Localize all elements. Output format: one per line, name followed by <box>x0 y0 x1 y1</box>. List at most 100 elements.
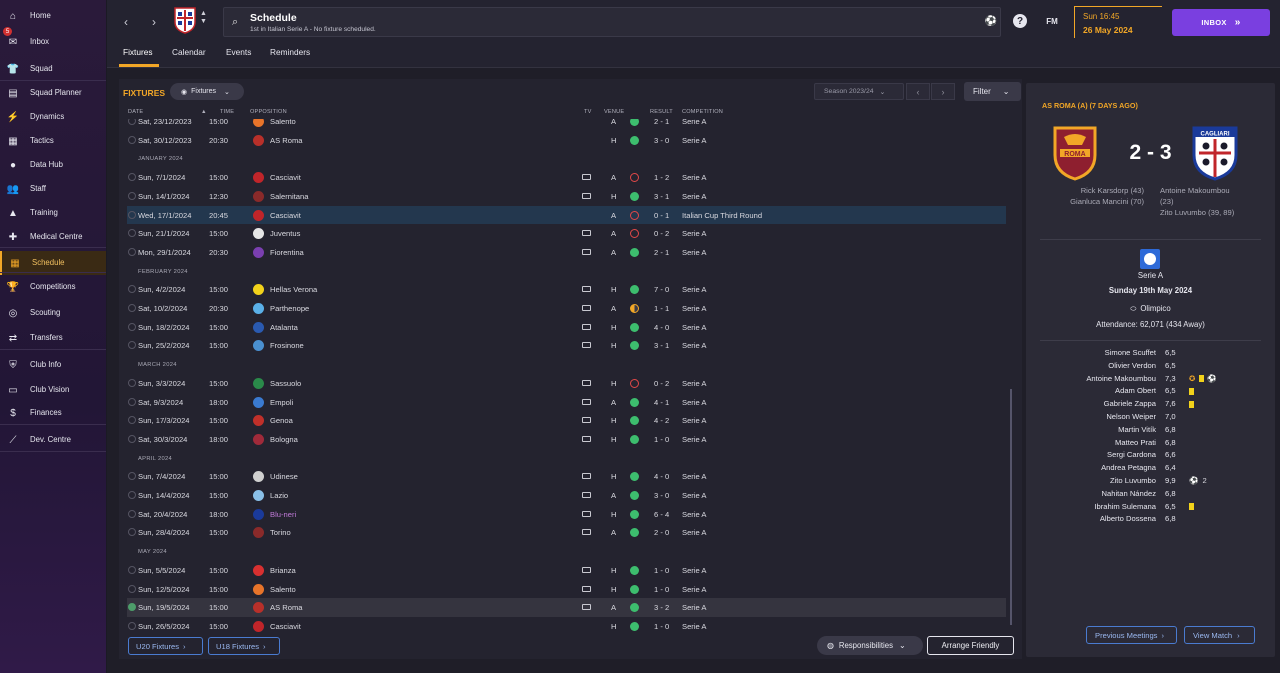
fixture-score[interactable]: 3 - 0 <box>654 491 669 500</box>
fixture-score[interactable]: 3 - 1 <box>654 341 669 350</box>
fixture-score[interactable]: 4 - 2 <box>654 416 669 425</box>
fixture-row[interactable]: Wed, 17/1/2024 20:45 Casciavit A 0 - 1 Italia… <box>127 205 1006 225</box>
fixture-status-icon[interactable] <box>128 528 136 537</box>
sidebar-item-data-hub[interactable]: ● Data Hub <box>0 153 106 177</box>
fixture-competition[interactable]: Serie A <box>682 248 706 257</box>
sidebar-item-staff[interactable]: 👥 Staff <box>0 177 106 201</box>
fixture-opposition[interactable]: Blu-neri <box>270 510 296 519</box>
fixture-row[interactable]: Sun, 28/4/2024 15:00 Torino A 2 - 0 Serie A <box>127 523 1006 542</box>
team-crest-icon[interactable] <box>253 602 264 614</box>
u18-fixtures-button[interactable]: U18 Fixtures › <box>208 637 280 655</box>
club-crest-icon[interactable] <box>173 6 197 34</box>
club-switch-icon[interactable]: ▲ ▼ <box>200 10 207 26</box>
fixture-opposition[interactable]: Parthenope <box>270 304 309 313</box>
fixture-status-icon[interactable] <box>128 378 136 387</box>
team-crest-icon[interactable] <box>253 190 264 202</box>
fixture-row[interactable]: Sun, 12/5/2024 15:00 Salento H 1 - 0 Serie A <box>127 580 1006 599</box>
fixture-score[interactable]: 0 - 1 <box>654 211 669 220</box>
fixture-opposition[interactable]: Empoli <box>270 398 293 407</box>
u20-fixtures-button[interactable]: U20 Fixtures › <box>128 637 203 655</box>
player-name[interactable]: Sergi Cardona <box>1046 450 1156 459</box>
player-name[interactable]: Alberto Dossena <box>1046 514 1156 523</box>
fixture-competition[interactable]: Serie A <box>682 603 706 612</box>
team-crest-icon[interactable] <box>253 209 264 221</box>
fixture-competition[interactable]: Serie A <box>682 622 706 631</box>
fixture-competition[interactable]: Serie A <box>682 379 706 388</box>
help-icon[interactable]: ? <box>1013 14 1027 28</box>
fixture-opposition[interactable]: Salento <box>270 585 296 594</box>
fixture-opposition[interactable]: Salernitana <box>270 192 308 201</box>
sidebar-item-inbox[interactable]: ✉ 5 Inbox <box>0 27 106 54</box>
inbox-continue-button[interactable]: INBOX » <box>1172 9 1270 36</box>
fixture-status-icon[interactable] <box>128 397 136 406</box>
fixture-row[interactable]: Sat, 20/4/2024 18:00 Blu-neri H 6 - 4 Serie A <box>127 505 1006 524</box>
fixture-opposition[interactable]: Udinese <box>270 472 298 481</box>
fixture-competition[interactable]: Serie A <box>682 472 706 481</box>
fixture-status-icon[interactable] <box>128 119 136 125</box>
sidebar-item-scouting[interactable]: ◎ Scouting <box>0 301 106 325</box>
forward-button[interactable]: › <box>145 12 163 32</box>
player-name[interactable]: Olivier Verdon <box>1046 361 1156 370</box>
fixture-competition[interactable]: Serie A <box>682 416 706 425</box>
fixture-opposition[interactable]: Casciavit <box>270 211 301 220</box>
fixture-competition[interactable]: Serie A <box>682 192 706 201</box>
fm-icon[interactable]: FM <box>1042 14 1062 28</box>
header-tv[interactable]: TV <box>584 109 592 115</box>
sidebar-item-finances[interactable]: $ Finances <box>0 401 106 425</box>
tab-fixtures[interactable]: Fixtures <box>123 47 153 57</box>
fixture-status-icon[interactable] <box>128 173 136 182</box>
tab-calendar[interactable]: Calendar <box>172 47 206 57</box>
team-crest-icon[interactable] <box>253 172 264 184</box>
fixture-opposition[interactable]: Casciavit <box>270 173 301 182</box>
fixture-competition[interactable]: Serie A <box>682 229 706 238</box>
fixture-opposition[interactable]: Casciavit <box>270 622 301 631</box>
fixture-competition[interactable]: Serie A <box>682 435 706 444</box>
fixture-row[interactable]: Sat, 23/12/2023 15:00 Salento A 2 - 1 Serie A <box>127 119 1006 131</box>
sidebar-item-competitions[interactable]: 🏆 Competitions <box>0 275 106 299</box>
sidebar-item-club-info[interactable]: ⛨ Club Info <box>0 353 106 377</box>
sidebar-item-medical-centre[interactable]: ✚ Medical Centre <box>0 225 106 249</box>
prev-season-button[interactable]: ‹ <box>906 83 930 100</box>
tab-reminders[interactable]: Reminders <box>270 47 310 57</box>
sidebar-item-club-vision[interactable]: ▭ Club Vision <box>0 378 106 402</box>
fixture-opposition[interactable]: Torino <box>270 528 291 537</box>
fixture-row[interactable]: Sun, 14/4/2024 15:00 Lazio A 3 - 0 Serie A <box>127 486 1006 505</box>
fixture-competition[interactable]: Italian Cup Third Round <box>682 211 762 220</box>
fixture-status-icon[interactable] <box>128 341 136 350</box>
fixture-status-icon[interactable] <box>128 191 136 200</box>
team-crest-icon[interactable] <box>253 508 264 520</box>
serie-a-logo-icon[interactable] <box>1140 249 1160 269</box>
fixture-score[interactable]: 2 - 0 <box>654 528 669 537</box>
fixture-status-icon[interactable] <box>128 135 136 144</box>
fixture-score[interactable]: 1 - 2 <box>654 173 669 182</box>
fixture-score[interactable]: 4 - 0 <box>654 323 669 332</box>
player-name[interactable]: Ibrahim Sulemana <box>1046 502 1156 511</box>
fixture-row[interactable]: Sat, 9/3/2024 18:00 Empoli A 4 - 1 Serie A <box>127 393 1006 412</box>
fixture-row[interactable]: Sun, 5/5/2024 15:00 Brianza H 1 - 0 Serie A <box>127 561 1006 580</box>
fixture-competition[interactable]: Serie A <box>682 173 706 182</box>
fixture-competition[interactable]: Serie A <box>682 304 706 313</box>
fixture-row[interactable]: Sun, 19/5/2024 15:00 AS Roma A 3 - 2 Serie A <box>127 598 1006 617</box>
team-crest-icon[interactable] <box>253 340 264 352</box>
team-crest-icon[interactable] <box>253 527 264 539</box>
player-name[interactable]: Adam Obert <box>1046 386 1156 395</box>
team-crest-icon[interactable] <box>253 284 264 296</box>
fixture-competition[interactable]: Serie A <box>682 398 706 407</box>
team-crest-icon[interactable] <box>253 228 264 240</box>
fixture-opposition[interactable]: Brianza <box>270 566 296 575</box>
previous-meetings-button[interactable]: Previous Meetings › <box>1086 626 1177 644</box>
sidebar-item-squad[interactable]: 👕 Squad <box>0 57 106 81</box>
fixture-opposition[interactable]: Atalanta <box>270 323 298 332</box>
player-name[interactable]: Gabriele Zappa <box>1046 399 1156 408</box>
sidebar-item-tactics[interactable]: ▦ Tactics <box>0 129 106 153</box>
fixture-competition[interactable]: Serie A <box>682 119 706 126</box>
fixture-status-icon[interactable] <box>128 322 136 331</box>
team-crest-icon[interactable] <box>253 377 264 389</box>
fixture-status-icon[interactable] <box>128 247 136 256</box>
team-crest-icon[interactable] <box>253 246 264 258</box>
team-crest-icon[interactable] <box>253 471 264 483</box>
fixture-row[interactable]: Mon, 29/1/2024 20:30 Fiorentina A 2 - 1 Serie… <box>127 243 1006 262</box>
fixture-opposition[interactable]: Lazio <box>270 491 288 500</box>
team-crest-icon[interactable] <box>253 415 264 427</box>
search-icon[interactable]: ⌕ <box>232 16 238 29</box>
